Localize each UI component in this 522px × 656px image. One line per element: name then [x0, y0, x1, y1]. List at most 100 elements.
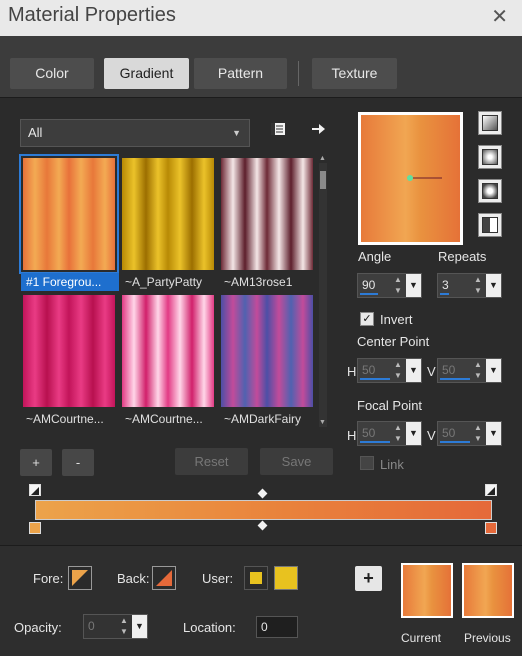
repeats-label: Repeats — [438, 249, 487, 264]
add-gradient-button[interactable]: + — [20, 449, 52, 476]
tab-gradient[interactable]: Gradient — [104, 58, 189, 89]
focal-v-slider-bar — [440, 441, 470, 443]
scroll-down-icon[interactable]: ▼ — [319, 419, 326, 426]
remove-gradient-button[interactable]: - — [62, 449, 94, 476]
spin-down-icon[interactable]: ▼ — [394, 286, 402, 295]
end-stop-top-icon[interactable] — [485, 484, 497, 496]
library-options-icon[interactable] — [268, 120, 288, 140]
tab-texture[interactable]: Texture — [312, 58, 397, 89]
spin-up-icon[interactable]: ▲ — [474, 360, 482, 369]
center-v-spinner[interactable]: 50 ▲ ▼ ▼ — [437, 358, 502, 383]
center-h-value: 50 — [362, 363, 376, 377]
gradient-swatch[interactable]: ~A_PartyPatty — [118, 153, 214, 289]
tab-pattern[interactable]: Pattern — [194, 58, 287, 89]
export-arrow-icon[interactable] — [308, 120, 328, 140]
spin-down-icon[interactable]: ▼ — [474, 434, 482, 443]
sunburst-gradient-icon[interactable] — [478, 179, 502, 203]
spin-up-icon[interactable]: ▲ — [474, 423, 482, 432]
gradient-swatch[interactable]: ~AMCourtne... — [19, 290, 115, 426]
invert-label: Invert — [380, 312, 413, 327]
tab-color[interactable]: Color — [10, 58, 94, 89]
back-color-icon[interactable] — [152, 566, 176, 590]
window-title: Material Properties — [8, 4, 176, 26]
stop-properties-panel: Fore: Back: User: Opacity: 0 ▲ ▼ ▼ Locat… — [0, 545, 522, 656]
invert-checkbox[interactable]: ✓ — [360, 312, 374, 326]
scrollbar-thumb[interactable] — [320, 171, 326, 189]
fore-color-icon[interactable] — [68, 566, 92, 590]
swatch-label: ~AMDarkFairy — [224, 412, 302, 426]
focal-v-spinner[interactable]: 50 ▲ ▼ ▼ — [437, 421, 502, 446]
chevron-down-icon[interactable]: ▼ — [486, 274, 501, 297]
chevron-down-icon[interactable]: ▼ — [406, 359, 421, 382]
opacity-label: Opacity: — [14, 620, 62, 635]
category-dropdown[interactable]: All ▼ — [20, 119, 250, 147]
focal-h-spinner[interactable]: 50 ▲ ▼ ▼ — [357, 421, 422, 446]
link-checkbox[interactable] — [360, 456, 374, 470]
opacity-midpoint-marker[interactable] — [257, 488, 268, 499]
repeats-value: 3 — [442, 278, 449, 292]
center-h-spinner[interactable]: 50 ▲ ▼ ▼ — [357, 358, 422, 383]
start-stop-top-icon[interactable] — [29, 484, 41, 496]
angle-spinner[interactable]: 90 ▲ ▼ ▼ — [357, 273, 422, 298]
add-stop-button[interactable]: + — [355, 566, 382, 591]
location-value: 0 — [261, 620, 268, 634]
focal-h-value: 50 — [362, 426, 376, 440]
spin-down-icon[interactable]: ▼ — [394, 371, 402, 380]
start-color-stop[interactable] — [29, 522, 41, 534]
previous-gradient-thumb[interactable] — [462, 563, 514, 618]
chevron-down-icon[interactable]: ▼ — [486, 359, 501, 382]
gradient-swatch[interactable]: ~AMDarkFairy — [217, 290, 313, 426]
center-v-slider-bar — [440, 378, 470, 380]
repeats-spinner[interactable]: 3 ▲ ▼ ▼ — [437, 273, 502, 298]
gradient-preview-fill — [361, 115, 460, 242]
chevron-down-icon[interactable]: ▼ — [486, 422, 501, 445]
close-icon[interactable]: ✕ — [491, 4, 508, 29]
opacity-spinner[interactable]: 0 ▲ ▼ ▼ — [83, 614, 148, 639]
category-value: All — [28, 125, 43, 140]
chevron-down-icon[interactable]: ▼ — [406, 274, 421, 297]
spin-up-icon[interactable]: ▲ — [394, 360, 402, 369]
spin-up-icon[interactable]: ▲ — [474, 275, 482, 284]
swatch-preview — [19, 154, 119, 274]
center-v-label: V — [427, 364, 436, 379]
swatch-label: ~AMCourtne... — [26, 412, 104, 426]
color-midpoint-marker[interactable] — [257, 520, 268, 531]
reset-button[interactable]: Reset — [175, 448, 248, 475]
spin-up-icon[interactable]: ▲ — [394, 275, 402, 284]
swatch-preview — [221, 158, 313, 270]
gradient-preview[interactable] — [358, 112, 463, 245]
center-point-handle[interactable] — [361, 115, 460, 242]
focal-point-label: Focal Point — [357, 398, 423, 413]
linear-gradient-icon[interactable] — [478, 111, 502, 135]
spin-down-icon[interactable]: ▼ — [394, 434, 402, 443]
tab-bar: Color Gradient Pattern Texture — [0, 36, 522, 98]
rectangular-gradient-icon[interactable] — [478, 145, 502, 169]
scroll-up-icon[interactable]: ▲ — [319, 155, 326, 162]
user-color-swatch[interactable] — [274, 566, 298, 590]
gradient-swatch[interactable]: #1 Foregrou... — [19, 153, 119, 291]
end-color-stop[interactable] — [485, 522, 497, 534]
spin-down-icon[interactable]: ▼ — [474, 286, 482, 295]
spin-down-icon[interactable]: ▼ — [120, 627, 128, 636]
user-color-small[interactable] — [244, 566, 268, 590]
chevron-down-icon[interactable]: ▼ — [132, 615, 147, 638]
gradient-editor-bar[interactable] — [35, 500, 492, 520]
save-button[interactable]: Save — [260, 448, 333, 475]
location-field[interactable]: 0 — [256, 616, 298, 638]
swatch-preview — [221, 295, 313, 407]
location-label: Location: — [183, 620, 236, 635]
gradient-swatch[interactable]: ~AM13rose1 — [217, 153, 313, 289]
gradient-swatch[interactable]: ~AMCourtne... — [118, 290, 214, 426]
spin-up-icon[interactable]: ▲ — [394, 423, 402, 432]
chevron-down-icon[interactable]: ▼ — [406, 422, 421, 445]
center-h-slider-bar — [360, 378, 390, 380]
center-v-value: 50 — [442, 363, 456, 377]
title-bar: Material Properties ✕ — [0, 0, 522, 36]
radial-gradient-icon[interactable] — [478, 213, 502, 237]
swatch-label: ~AMCourtne... — [125, 412, 203, 426]
spin-up-icon[interactable]: ▲ — [120, 616, 128, 625]
spin-down-icon[interactable]: ▼ — [474, 371, 482, 380]
focal-v-label: V — [427, 428, 436, 443]
link-label: Link — [380, 457, 404, 472]
library-scrollbar[interactable]: ▲ ▼ — [319, 155, 327, 427]
